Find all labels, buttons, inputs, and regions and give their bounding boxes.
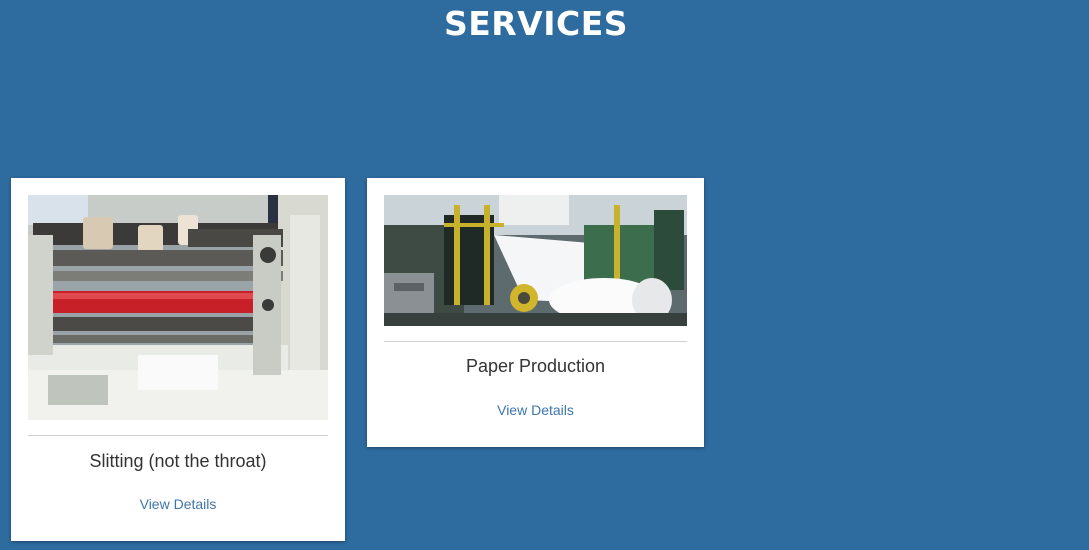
view-details-link[interactable]: View Details (367, 401, 704, 419)
card-divider (28, 435, 328, 436)
service-title: Slitting (not the throat) (89, 451, 267, 471)
paper-machine-illustration (384, 195, 687, 326)
service-card-paper-production: Paper Production View Details (367, 178, 704, 447)
services-section: SERVICES Slitting (not the throat) View … (0, 0, 1089, 550)
service-title: Paper Production (465, 356, 606, 376)
view-details-link[interactable]: View Details (11, 495, 345, 513)
slitting-machine-illustration (28, 195, 328, 420)
service-image-paper-production[interactable] (384, 195, 687, 326)
section-title: SERVICES (443, 4, 629, 43)
service-card-slitting: Slitting (not the throat) View Details (11, 178, 345, 541)
card-divider (384, 341, 687, 342)
service-image-slitting[interactable] (28, 195, 328, 420)
